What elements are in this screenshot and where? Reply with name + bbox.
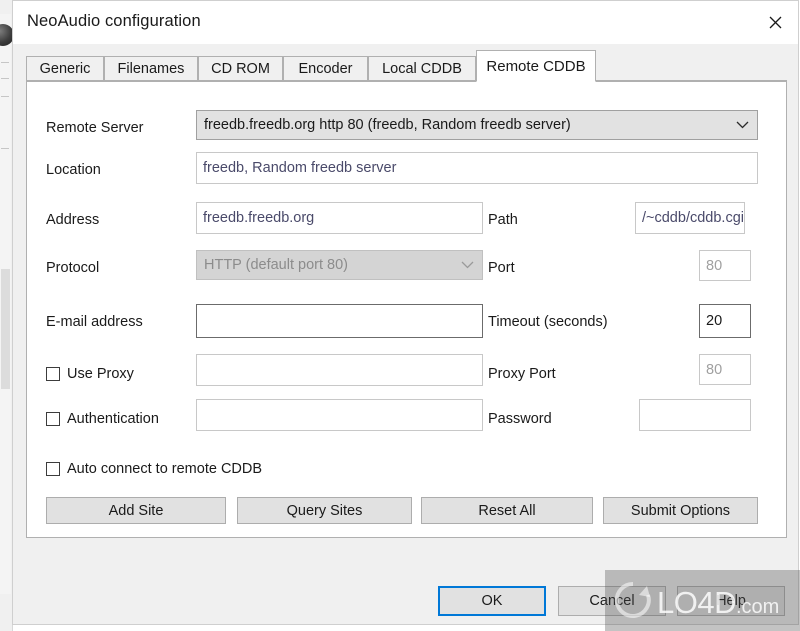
location-label: Location: [46, 162, 101, 178]
address-label: Address: [46, 212, 100, 228]
proxy-port-label: Proxy Port: [488, 366, 556, 382]
authentication-label: Authentication: [67, 411, 159, 427]
tab-encoder[interactable]: Encoder: [283, 56, 368, 81]
use-proxy-checkbox[interactable]: [46, 367, 60, 381]
password-label: Password: [488, 411, 552, 427]
background-scrollbar-thumb[interactable]: [1, 269, 10, 389]
background-divider: [1, 148, 9, 149]
title-bar: NeoAudio configuration: [13, 1, 798, 44]
reset-all-button[interactable]: Reset All: [421, 497, 593, 524]
authentication-checkbox-row[interactable]: Authentication: [46, 411, 159, 427]
proxy-port-input[interactable]: 80: [699, 354, 751, 385]
help-button[interactable]: Help: [677, 586, 785, 616]
background-divider: [1, 96, 9, 97]
auto-connect-checkbox-row[interactable]: Auto connect to remote CDDB: [46, 461, 262, 477]
chevron-down-icon: [727, 121, 757, 129]
authentication-checkbox[interactable]: [46, 412, 60, 426]
tab-filenames[interactable]: Filenames: [104, 56, 198, 81]
add-site-button[interactable]: Add Site: [46, 497, 226, 524]
auto-connect-label: Auto connect to remote CDDB: [67, 461, 263, 477]
port-input[interactable]: 80: [699, 250, 751, 281]
timeout-label: Timeout (seconds): [488, 314, 608, 330]
proxy-host-input[interactable]: [196, 354, 483, 386]
path-label: Path: [488, 212, 518, 228]
query-sites-button[interactable]: Query Sites: [237, 497, 412, 524]
email-label: E-mail address: [46, 314, 143, 330]
background-divider: [1, 78, 9, 79]
path-input[interactable]: /~cddb/cddb.cgi: [635, 202, 745, 234]
auto-connect-checkbox[interactable]: [46, 462, 60, 476]
tab-remote-cddb[interactable]: Remote CDDB: [476, 50, 596, 82]
background-scrollbar-track[interactable]: [0, 14, 11, 594]
tab-cd-rom[interactable]: CD ROM: [198, 56, 283, 81]
tab-strip: Generic Filenames CD ROM Encoder Local C…: [26, 50, 787, 82]
protocol-label: Protocol: [46, 260, 100, 276]
cancel-button[interactable]: Cancel: [558, 586, 666, 616]
tab-local-cddb[interactable]: Local CDDB: [368, 56, 476, 81]
timeout-input[interactable]: 20: [699, 304, 751, 338]
window-title: NeoAudio configuration: [27, 12, 201, 30]
tab-generic[interactable]: Generic: [26, 56, 104, 81]
close-icon[interactable]: [752, 1, 798, 43]
protocol-value: HTTP (default port 80): [204, 257, 348, 273]
configuration-dialog: NeoAudio configuration Generic Filenames…: [12, 0, 799, 625]
authentication-user-input[interactable]: [196, 399, 483, 431]
background-divider: [1, 62, 9, 63]
remote-server-combobox[interactable]: freedb.freedb.org http 80 (freedb, Rando…: [196, 110, 758, 140]
location-input[interactable]: freedb, Random freedb server: [196, 152, 758, 184]
chevron-down-icon: [452, 261, 482, 269]
password-input[interactable]: [639, 399, 751, 431]
use-proxy-label: Use Proxy: [67, 366, 134, 382]
use-proxy-checkbox-row[interactable]: Use Proxy: [46, 366, 134, 382]
address-input[interactable]: freedb.freedb.org: [196, 202, 483, 234]
ok-button[interactable]: OK: [438, 586, 546, 616]
remote-server-label: Remote Server: [46, 120, 144, 136]
remote-cddb-panel: Remote Server freedb.freedb.org http 80 …: [26, 81, 787, 538]
submit-options-button[interactable]: Submit Options: [603, 497, 758, 524]
email-input[interactable]: [196, 304, 483, 338]
port-label: Port: [488, 260, 515, 276]
protocol-combobox[interactable]: HTTP (default port 80): [196, 250, 483, 280]
remote-server-value: freedb.freedb.org http 80 (freedb, Rando…: [204, 117, 571, 133]
